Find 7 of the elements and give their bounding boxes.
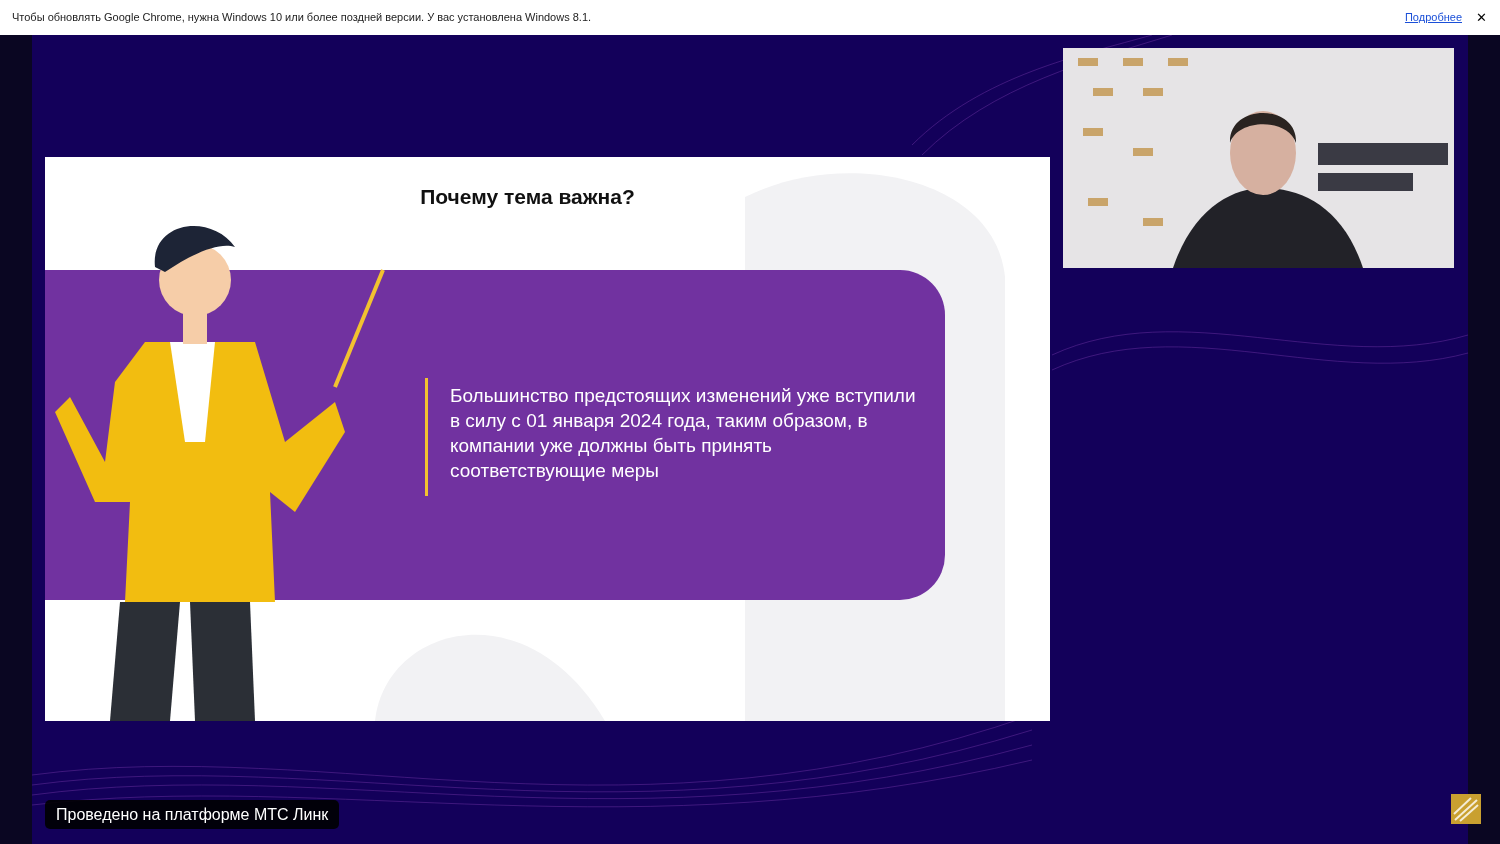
close-button[interactable]: ✕: [1474, 7, 1488, 28]
more-link[interactable]: Подробнее: [1404, 9, 1462, 26]
slide-text: Большинство предстоящих изменений уже вступили в силу с 01 января 2024 года, таким образом, в компании уже должны быть принять соответствующие меры: [450, 384, 917, 483]
logo-icon[interactable]: [1451, 794, 1481, 824]
notice-message: Чтобы обновлять Google Chrome, нужна Windows 10 или более поздней версии. У вас установлена Windows 8.1.: [12, 10, 593, 26]
slide-title: Почему тема важна?: [419, 184, 636, 210]
platform-caption: Проведено на платформе МТС Линк: [45, 800, 340, 829]
